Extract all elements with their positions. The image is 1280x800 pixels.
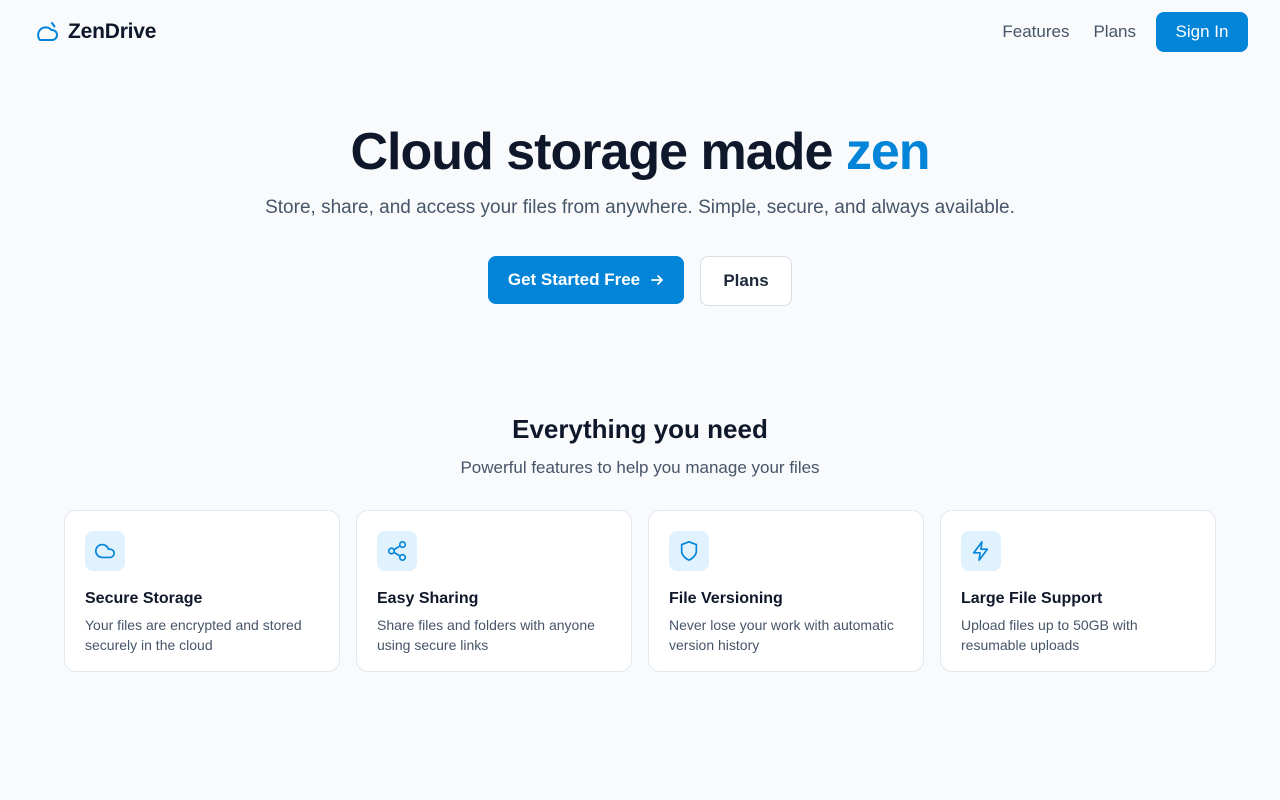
main-nav: Features Plans Sign In	[1002, 12, 1248, 52]
brand-name: ZenDrive	[68, 20, 157, 43]
feature-card-easy-sharing: Easy Sharing Share files and folders wit…	[356, 510, 632, 672]
feature-card-desc: Share files and folders with anyone usin…	[377, 617, 595, 653]
nav-link-plans[interactable]: Plans	[1093, 22, 1136, 42]
site-header: ZenDrive Features Plans Sign In	[0, 0, 1280, 64]
shield-icon	[669, 531, 709, 571]
hero-title: Cloud storage made zen	[0, 118, 1280, 186]
feature-card-desc: Never lose your work with automatic vers…	[669, 617, 894, 653]
features-title: Everything you need	[512, 414, 768, 444]
feature-card-title: Easy Sharing	[377, 590, 479, 607]
feature-card-title: Secure Storage	[85, 590, 203, 607]
feature-card-large-file-support: Large File Support Upload files up to 50…	[940, 510, 1216, 672]
lightning-icon	[961, 531, 1001, 571]
hero-title-main: Cloud storage made	[350, 123, 846, 181]
feature-card-title: File Versioning	[669, 590, 783, 607]
hero-title-accent: zen	[845, 123, 931, 181]
get-started-label: Get Started Free	[507, 270, 641, 289]
cloud-icon	[85, 531, 125, 571]
nav-link-features[interactable]: Features	[1002, 22, 1069, 42]
features-section: Everything you need Powerful features to…	[0, 410, 1280, 672]
arrow-right-icon	[650, 273, 664, 287]
feature-card-title: Large File Support	[961, 590, 1103, 607]
brand-logo-link[interactable]: ZenDrive	[32, 18, 156, 46]
share-icon	[377, 531, 417, 571]
hero-actions: Get Started Free Plans	[0, 256, 1280, 306]
feature-card-secure-storage: Secure Storage Your files are encrypted …	[64, 510, 340, 672]
feature-card-file-versioning: File Versioning Never lose your work wit…	[648, 510, 924, 672]
get-started-button[interactable]: Get Started Free	[488, 256, 684, 304]
feature-cards: Secure Storage Your files are encrypted …	[64, 510, 1216, 672]
sign-in-button[interactable]: Sign In	[1156, 12, 1248, 52]
plans-button[interactable]: Plans	[700, 256, 792, 306]
feature-card-desc: Upload files up to 50GB with resumable u…	[961, 617, 1138, 653]
cloud-icon	[32, 18, 60, 46]
hero-subtitle: Store, share, and access your files from…	[265, 197, 1015, 218]
features-subtitle: Powerful features to help you manage you…	[460, 458, 820, 477]
hero-section: Cloud storage made zen Store, share, and…	[0, 118, 1280, 306]
feature-card-desc: Your files are encrypted and stored secu…	[85, 617, 302, 653]
